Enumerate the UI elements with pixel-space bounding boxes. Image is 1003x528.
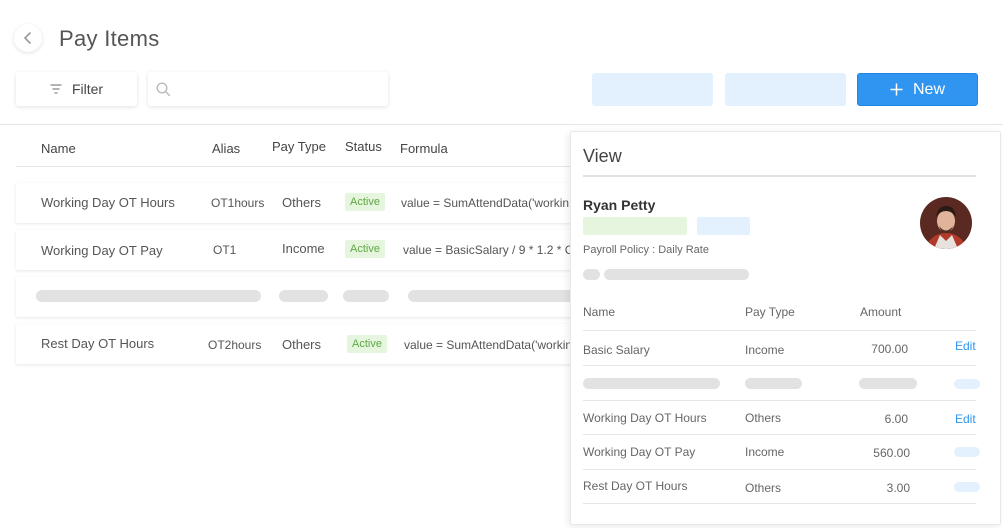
search-input[interactable] [177, 81, 388, 97]
divider [583, 365, 976, 366]
column-header-alias: Alias [212, 141, 241, 156]
item-name: Working Day OT Hours [583, 411, 707, 425]
page-title: Pay Items [59, 26, 160, 51]
search-icon [156, 81, 171, 96]
placeholder-tag [697, 217, 750, 235]
divider [583, 469, 976, 470]
placeholder-action [954, 482, 980, 492]
filter-icon [50, 84, 62, 94]
row-pay-type: Income [282, 241, 325, 256]
item-pay-type: Others [745, 411, 782, 425]
placeholder-action [954, 379, 980, 389]
row-name: Working Day OT Pay [41, 243, 163, 258]
panel-title: View [583, 146, 622, 166]
skeleton-bar [583, 378, 720, 389]
item-pay-type: Income [745, 445, 785, 459]
skeleton-bar [36, 290, 261, 302]
panel-column-pay-type: Pay Type [745, 305, 795, 319]
status-badge: Active [347, 335, 387, 353]
item-name: Basic Salary [583, 343, 650, 357]
item-name: Working Day OT Pay [583, 445, 696, 459]
avatar-image [920, 197, 972, 249]
row-alias: OT1hours [211, 196, 265, 210]
row-name: Rest Day OT Hours [41, 336, 155, 351]
skeleton-bar [604, 269, 749, 280]
row-pay-type: Others [282, 195, 322, 210]
panel-column-name: Name [583, 305, 616, 319]
item-amount: 3.00 [886, 481, 910, 495]
column-header-status: Status [345, 139, 382, 154]
divider [583, 400, 976, 401]
divider [583, 503, 976, 504]
column-header-name: Name [41, 141, 76, 156]
item-amount: 6.00 [884, 412, 908, 426]
table-row[interactable]: Working Day OT Pay OT1 Income Active val… [16, 230, 586, 270]
filter-button[interactable]: Filter [16, 72, 137, 106]
skeleton-bar [408, 290, 578, 302]
item-amount: 560.00 [873, 446, 910, 460]
placeholder-button-1[interactable] [592, 73, 713, 106]
row-formula: value = BasicSalary / 9 * 1.2 * C [403, 243, 574, 257]
back-button[interactable] [14, 24, 42, 52]
table-row[interactable]: Working Day OT Hours OT1hours Others Act… [16, 183, 586, 223]
divider [583, 434, 976, 435]
row-formula: value = SumAttendData('workin [404, 338, 573, 352]
row-alias: OT1 [213, 243, 237, 257]
placeholder-action [954, 447, 980, 457]
status-badge: Active [345, 240, 385, 258]
chevron-left-icon [23, 32, 31, 44]
avatar [920, 197, 972, 249]
skeleton-bar [745, 378, 802, 389]
row-alias: OT2hours [208, 338, 262, 352]
edit-link[interactable]: Edit [955, 339, 976, 353]
skeleton-bar [343, 290, 389, 302]
skeleton-bar [859, 378, 917, 389]
row-formula: value = SumAttendData('workin [401, 196, 570, 210]
payroll-policy: Payroll Policy : Daily Rate [583, 244, 709, 256]
view-panel: View Ryan Petty Payroll Policy : Daily R… [570, 131, 1001, 525]
row-pay-type: Others [282, 337, 322, 352]
skeleton-bar [583, 269, 600, 280]
plus-icon [890, 83, 903, 96]
skeleton-bar [279, 290, 328, 302]
panel-title-divider [583, 175, 976, 177]
new-button[interactable]: New [857, 73, 978, 106]
item-pay-type: Income [745, 343, 785, 357]
table-header-divider [16, 166, 576, 167]
column-header-pay-type: Pay Type [272, 139, 326, 154]
item-pay-type: Others [745, 481, 782, 495]
table-row-loading [16, 277, 586, 317]
item-name: Rest Day OT Hours [583, 479, 688, 493]
toolbar-divider [0, 124, 1003, 125]
table-row[interactable]: Rest Day OT Hours OT2hours Others Active… [16, 324, 586, 364]
search-box[interactable] [148, 72, 388, 106]
employee-name: Ryan Petty [583, 197, 656, 213]
divider [583, 330, 976, 331]
new-label: New [912, 80, 945, 98]
row-name: Working Day OT Hours [41, 195, 175, 210]
placeholder-button-2[interactable] [725, 73, 846, 106]
item-amount: 700.00 [871, 342, 908, 356]
status-badge: Active [345, 193, 385, 211]
filter-label: Filter [71, 81, 104, 97]
column-header-formula: Formula [400, 141, 448, 156]
edit-link[interactable]: Edit [955, 412, 976, 426]
placeholder-tag [583, 217, 687, 235]
panel-column-amount: Amount [860, 305, 902, 319]
